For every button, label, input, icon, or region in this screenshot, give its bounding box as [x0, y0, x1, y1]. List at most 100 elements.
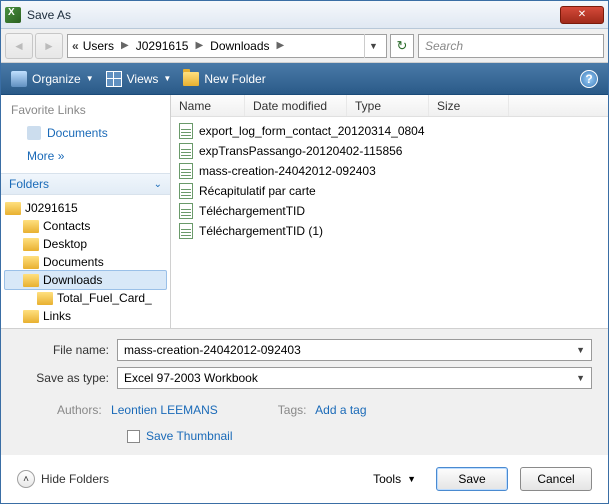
save-type-select[interactable]: Excel 97-2003 Workbook ▼ [117, 367, 592, 389]
path-segment[interactable]: Downloads [208, 39, 271, 53]
nav-forward-button[interactable]: ► [35, 33, 63, 59]
chevron-down-icon: ▼ [163, 74, 171, 83]
save-thumbnail-label: Save Thumbnail [146, 429, 233, 443]
authors-value[interactable]: Leontien LEEMANS [111, 403, 218, 417]
excel-file-icon [179, 223, 193, 239]
file-item[interactable]: TéléchargementTID [175, 201, 604, 221]
tree-folder-root[interactable]: J0291615 [5, 199, 166, 217]
views-menu[interactable]: Views ▼ [106, 71, 172, 87]
cancel-button[interactable]: Cancel [520, 467, 592, 491]
chevron-right-icon: ▶ [116, 40, 134, 51]
tree-label: Links [43, 309, 71, 323]
file-item[interactable]: TéléchargementTID (1) [175, 221, 604, 241]
search-placeholder: Search [425, 39, 463, 53]
excel-file-icon [179, 183, 193, 199]
tags-value[interactable]: Add a tag [315, 403, 366, 417]
chevron-right-icon: ▶ [190, 40, 208, 51]
views-icon [106, 71, 122, 87]
excel-file-icon [179, 203, 193, 219]
path-segment[interactable]: J0291615 [134, 39, 191, 53]
chevron-down-icon: ▼ [86, 74, 94, 83]
sidebar-link-documents[interactable]: Documents [1, 121, 170, 145]
tree-folder[interactable]: Desktop [5, 235, 166, 253]
chevron-down-icon: ⌄ [154, 179, 162, 190]
column-header-name[interactable]: Name [171, 95, 245, 116]
column-header-type[interactable]: Type [347, 95, 429, 116]
folder-icon [23, 238, 39, 251]
save-button[interactable]: Save [436, 467, 508, 491]
chevron-down-icon: ▼ [576, 373, 585, 383]
chevron-down-icon: ▼ [407, 474, 416, 484]
organize-icon [11, 71, 27, 87]
nav-back-button[interactable]: ◄ [5, 33, 33, 59]
tree-folder[interactable]: Links [5, 307, 166, 325]
file-name: TéléchargementTID (1) [199, 224, 323, 238]
file-list: export_log_form_contact_20120314_0804 ex… [171, 117, 608, 328]
excel-file-icon [179, 123, 193, 139]
search-input[interactable]: Search [418, 34, 604, 58]
file-item[interactable]: Récapitulatif par carte [175, 181, 604, 201]
folders-heading-label: Folders [9, 177, 49, 191]
folders-panel-header[interactable]: Folders ⌄ [1, 173, 170, 195]
file-name: TéléchargementTID [199, 204, 305, 218]
sidebar-more-link[interactable]: More » [1, 145, 170, 167]
refresh-button[interactable]: ↻ [390, 34, 414, 58]
tree-label: Total_Fuel_Card_ [57, 291, 152, 305]
file-item[interactable]: expTransPassango-20120402-115856 [175, 141, 604, 161]
collapse-icon: ˄ [17, 470, 35, 488]
more-label: More [27, 149, 54, 163]
folder-icon [183, 72, 199, 86]
file-item[interactable]: mass-creation-24042012-092403 [175, 161, 604, 181]
new-folder-label: New Folder [204, 72, 265, 86]
organize-menu[interactable]: Organize ▼ [11, 71, 94, 87]
organize-label: Organize [32, 72, 81, 86]
column-header-size[interactable]: Size [429, 95, 509, 116]
save-type-value: Excel 97-2003 Workbook [124, 371, 258, 385]
tags-label: Tags: [278, 403, 313, 417]
tree-label: J0291615 [25, 201, 78, 215]
window-title: Save As [27, 8, 560, 22]
tree-folder[interactable]: Documents [5, 253, 166, 271]
tools-menu[interactable]: Tools ▼ [373, 472, 416, 486]
breadcrumb[interactable]: « Users ▶ J0291615 ▶ Downloads ▶ ▼ [67, 34, 387, 58]
tree-label: Downloads [43, 273, 102, 287]
file-name-value: mass-creation-24042012-092403 [124, 343, 301, 357]
save-thumbnail-checkbox[interactable] [127, 430, 140, 443]
views-label: Views [127, 72, 159, 86]
file-name: export_log_form_contact_20120314_0804 [199, 124, 425, 138]
tree-folder[interactable]: Total_Fuel_Card_ [5, 289, 166, 307]
file-item[interactable]: export_log_form_contact_20120314_0804 [175, 121, 604, 141]
documents-icon [27, 126, 41, 140]
chevron-down-icon: ▼ [576, 345, 585, 355]
folder-icon [23, 274, 39, 287]
save-type-label: Save as type: [17, 371, 117, 385]
tree-label: Documents [43, 255, 104, 269]
path-root-icon: « [72, 39, 81, 53]
tree-folder-selected[interactable]: Downloads [4, 270, 167, 290]
favorite-links-heading: Favorite Links [1, 99, 170, 121]
file-name: Récapitulatif par carte [199, 184, 316, 198]
file-name: mass-creation-24042012-092403 [199, 164, 376, 178]
tree-folder[interactable]: Contacts [5, 217, 166, 235]
close-button[interactable] [560, 6, 604, 24]
file-name: expTransPassango-20120402-115856 [199, 144, 402, 158]
path-dropdown-button[interactable]: ▼ [364, 34, 382, 58]
hide-folders-button[interactable]: ˄ Hide Folders [17, 470, 109, 488]
file-name-input[interactable]: mass-creation-24042012-092403 ▼ [117, 339, 592, 361]
chevron-right-icon: ▶ [272, 40, 290, 51]
sidebar-item-label: Documents [47, 126, 108, 140]
excel-app-icon [5, 7, 21, 23]
column-header-date[interactable]: Date modified [245, 95, 347, 116]
folder-icon [5, 202, 21, 215]
folder-icon [37, 292, 53, 305]
tree-label: Contacts [43, 219, 90, 233]
path-segment[interactable]: Users [81, 39, 116, 53]
excel-file-icon [179, 163, 193, 179]
excel-file-icon [179, 143, 193, 159]
file-name-label: File name: [17, 343, 117, 357]
folder-icon [23, 256, 39, 269]
new-folder-button[interactable]: New Folder [183, 72, 265, 86]
help-button[interactable]: ? [580, 70, 598, 88]
tools-label: Tools [373, 472, 401, 486]
tree-label: Desktop [43, 237, 87, 251]
